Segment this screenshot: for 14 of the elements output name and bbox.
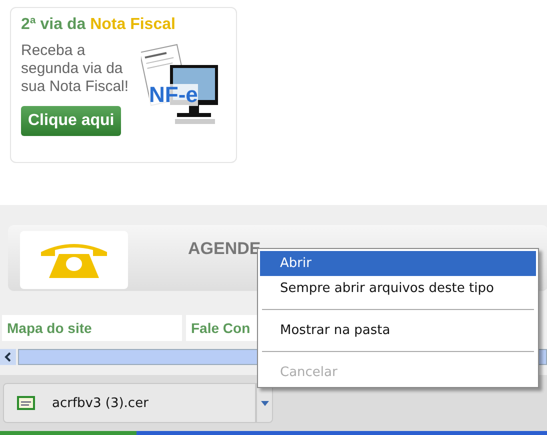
footer-link[interactable]: Mapa do site [2,315,182,341]
certificate-icon [16,395,36,411]
promo-text: Receba a segunda via da sua Nota Fiscal! [21,42,130,96]
download-item[interactable]: acrfbv3 (3).cer [3,383,256,423]
menu-item[interactable]: Mostrar na pasta [260,318,536,343]
click-here-button[interactable]: Clique aqui [21,106,122,136]
menu-item[interactable]: Abrir [260,251,536,276]
caret-icon [260,400,268,406]
menu-item[interactable]: Sempre abrir arquivos deste tipo [260,276,536,301]
scroll-left-icon[interactable] [0,349,16,365]
phone-heading: AGENDE [188,239,261,259]
promo-title: 2ª via da Nota Fiscal [21,16,176,34]
logo-text: NF-e [149,84,198,106]
file-name: acrfbv3 (3).cer [52,396,148,410]
